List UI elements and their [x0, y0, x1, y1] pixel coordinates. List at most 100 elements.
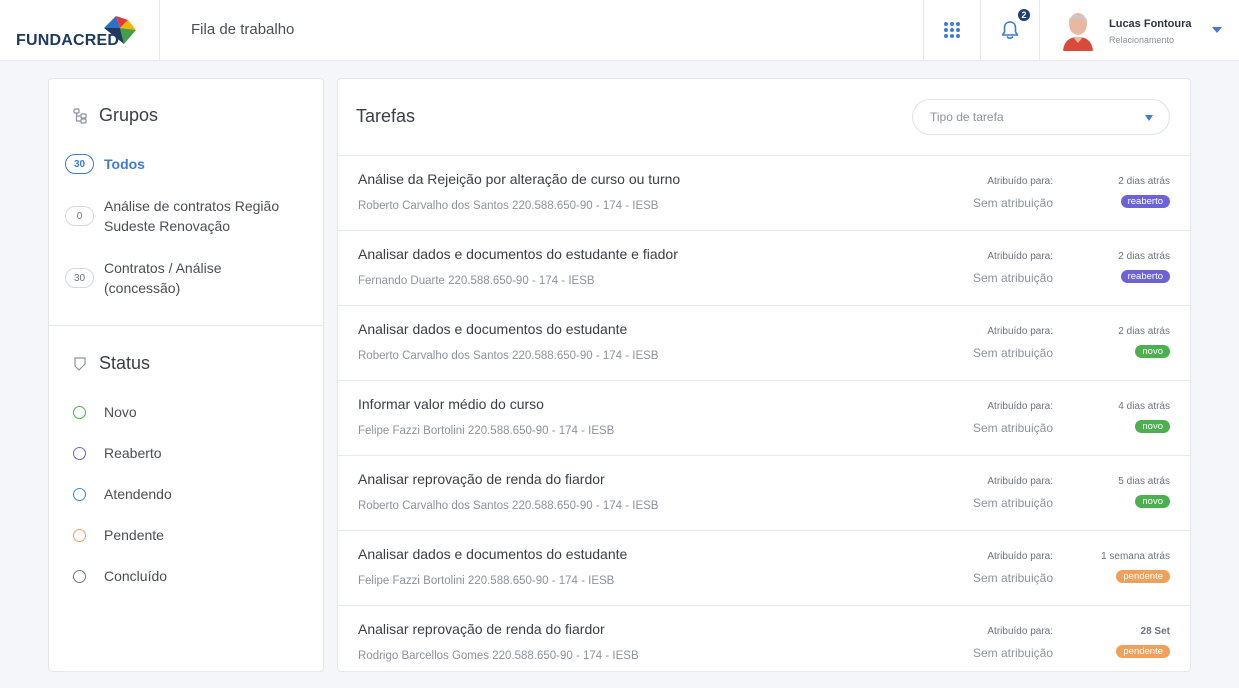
task-title: Informar valor médio do curso	[358, 396, 544, 412]
task-time: 1 semana atrás	[1101, 551, 1170, 562]
group-item-contratos-analise[interactable]: 30 Contratos / Análise (concessão)	[65, 258, 315, 298]
task-subtitle: Roberto Carvalho dos Santos 220.588.650-…	[358, 200, 659, 212]
assigned-value: Sem atribuição	[972, 496, 1053, 510]
status-badge: reaberto	[1120, 270, 1170, 283]
status-item-reaberto[interactable]: Reaberto	[73, 445, 162, 461]
status-badge: pendente	[1116, 645, 1170, 658]
group-count: 0	[65, 206, 94, 226]
task-time: 2 dias atrás	[1118, 251, 1170, 262]
assigned-label: Atribuído para:	[987, 551, 1053, 562]
task-time: 28 Set	[1140, 626, 1170, 637]
status-label: Novo	[104, 404, 137, 420]
task-list: Análise da Rejeição por alteração de cur…	[338, 155, 1190, 671]
task-time: 5 dias atrás	[1118, 476, 1170, 487]
task-subtitle: Felipe Fazzi Bortolini 220.588.650-90 - …	[358, 425, 615, 437]
filters-sidebar: Grupos 30 Todos 0 Análise de contratos R…	[48, 78, 324, 672]
top-header: FUNDACRED Fila de trabalho 2 Lucas Fonto…	[0, 0, 1239, 61]
assigned-value: Sem atribuição	[972, 196, 1053, 210]
task-type-select[interactable]: Tipo de tarefa	[912, 99, 1170, 135]
logo-mark-icon	[104, 16, 136, 44]
task-title: Analisar dados e documentos do estudante	[358, 321, 628, 337]
status-label: Atendendo	[104, 486, 172, 502]
assigned-label: Atribuído para:	[987, 326, 1053, 337]
status-ring-icon	[73, 446, 86, 460]
task-row[interactable]: Analisar reprovação de renda do fiardor …	[338, 455, 1190, 530]
assigned-value: Sem atribuição	[972, 421, 1053, 435]
task-title: Analisar reprovação de renda do fiardor	[358, 621, 605, 637]
tasks-panel: Tarefas Tipo de tarefa Análise da Rejeiç…	[337, 78, 1191, 672]
user-avatar[interactable]	[1059, 9, 1097, 51]
assigned-label: Atribuído para:	[987, 476, 1053, 487]
assigned-value: Sem atribuição	[972, 271, 1053, 285]
chevron-down-icon	[1145, 115, 1153, 121]
assigned-label: Atribuído para:	[987, 626, 1053, 637]
task-type-placeholder: Tipo de tarefa	[930, 110, 1004, 124]
task-title: Analisar reprovação de renda do fiardor	[358, 471, 605, 487]
status-title: Status	[99, 353, 151, 373]
assigned-label: Atribuído para:	[987, 401, 1053, 412]
status-badge: reaberto	[1120, 195, 1170, 208]
status-badge: novo	[1135, 345, 1170, 358]
status-label: Concluído	[104, 568, 168, 584]
apps-grid-icon	[944, 22, 960, 38]
task-title: Analisar dados e documentos do estudante…	[358, 246, 678, 262]
status-ring-icon	[73, 405, 86, 419]
hierarchy-icon	[73, 107, 87, 124]
group-label: Análise de contratos Região Sudeste Reno…	[104, 198, 280, 234]
bell-icon	[1001, 21, 1019, 39]
section-divider	[49, 325, 323, 326]
notifications-button[interactable]	[981, 0, 1039, 60]
group-item-sudeste-renovacao[interactable]: 0 Análise de contratos Região Sudeste Re…	[65, 196, 315, 236]
group-label: Todos	[104, 156, 145, 172]
task-subtitle: Fernando Duarte 220.588.650-90 - 174 - I…	[358, 275, 595, 287]
user-role: Relacionamento	[1109, 35, 1175, 45]
task-time: 2 dias atrás	[1118, 326, 1170, 337]
status-item-concluido[interactable]: Concluído	[73, 568, 167, 584]
group-item-todos[interactable]: 30 Todos	[65, 154, 145, 174]
task-title: Análise da Rejeição por alteração de cur…	[358, 171, 681, 187]
header-divider	[1039, 0, 1040, 60]
status-ring-icon	[73, 487, 86, 501]
header-divider	[159, 0, 160, 60]
avatar-image	[1059, 9, 1097, 51]
assigned-label: Atribuído para:	[987, 251, 1053, 262]
assigned-label: Atribuído para:	[987, 176, 1053, 187]
task-row[interactable]: Analisar dados e documentos do estudante…	[338, 530, 1190, 605]
status-ring-icon	[73, 569, 86, 583]
status-item-atendendo[interactable]: Atendendo	[73, 486, 172, 502]
task-subtitle: Roberto Carvalho dos Santos 220.588.650-…	[358, 500, 659, 512]
assigned-value: Sem atribuição	[972, 571, 1053, 585]
fundacred-logo[interactable]: FUNDACRED	[16, 14, 142, 49]
task-time: 2 dias atrás	[1118, 176, 1170, 187]
assigned-value: Sem atribuição	[972, 646, 1053, 660]
assigned-value: Sem atribuição	[972, 346, 1053, 360]
task-row[interactable]: Analisar dados e documentos do estudante…	[338, 230, 1190, 305]
chevron-down-icon[interactable]	[1212, 27, 1222, 33]
group-count: 30	[65, 268, 94, 288]
task-subtitle: Felipe Fazzi Bortolini 220.588.650-90 - …	[358, 575, 615, 587]
task-row[interactable]: Analisar dados e documentos do estudante…	[338, 305, 1190, 380]
user-name: Lucas Fontoura	[1109, 18, 1192, 30]
task-row[interactable]: Análise da Rejeição por alteração de cur…	[338, 155, 1190, 230]
status-item-novo[interactable]: Novo	[73, 404, 137, 420]
status-badge: novo	[1135, 420, 1170, 433]
status-label: Pendente	[104, 527, 164, 543]
groups-header: Grupos	[73, 105, 158, 126]
task-row[interactable]: Analisar reprovação de renda do fiardor …	[338, 605, 1190, 671]
task-row[interactable]: Informar valor médio do curso Felipe Faz…	[338, 380, 1190, 455]
task-subtitle: Rodrigo Barcellos Gomes 220.588.650-90 -…	[358, 650, 639, 662]
group-label: Contratos / Análise (concessão)	[104, 260, 222, 296]
task-subtitle: Roberto Carvalho dos Santos 220.588.650-…	[358, 350, 659, 362]
status-label: Reaberto	[104, 445, 162, 461]
notification-count-badge: 2	[1016, 7, 1032, 23]
groups-title: Grupos	[99, 105, 159, 125]
status-ring-icon	[73, 528, 86, 542]
status-header: Status	[73, 353, 150, 374]
task-time: 4 dias atrás	[1118, 401, 1170, 412]
tasks-title: Tarefas	[356, 106, 416, 126]
task-title: Analisar dados e documentos do estudante	[358, 546, 628, 562]
status-badge: pendente	[1116, 570, 1170, 583]
apps-grid-button[interactable]	[924, 0, 980, 60]
status-badge: novo	[1135, 495, 1170, 508]
status-item-pendente[interactable]: Pendente	[73, 527, 164, 543]
